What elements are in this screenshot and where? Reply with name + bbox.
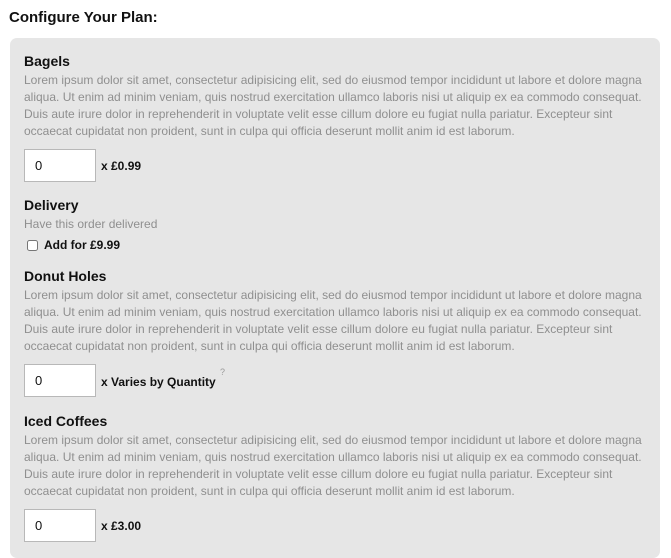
bagels-quantity-input[interactable] xyxy=(24,149,96,182)
option-description: Have this order delivered xyxy=(24,217,158,231)
product-iced-coffees: Iced Coffees Lorem ipsum dolor sit amet,… xyxy=(24,412,646,543)
product-donut-holes: Donut Holes Lorem ipsum dolor sit amet, … xyxy=(24,267,646,398)
quantity-row: x £3.00 xyxy=(24,509,646,543)
delivery-checkbox-row[interactable]: Add for £9.99 xyxy=(24,237,646,255)
plan-options-panel: Bagels Lorem ipsum dolor sit amet, conse… xyxy=(10,38,660,558)
product-description: Lorem ipsum dolor sit amet, consectetur … xyxy=(24,73,642,138)
bagels-unit-price: x £0.99 xyxy=(101,159,142,173)
product-description: Lorem ipsum dolor sit amet, consectetur … xyxy=(24,288,642,353)
help-icon[interactable]: ? xyxy=(220,367,225,377)
quantity-row: x £0.99 xyxy=(24,149,646,183)
product-title: Iced Coffees xyxy=(24,413,108,429)
product-title: Bagels xyxy=(24,53,70,69)
iced-coffees-quantity-input[interactable] xyxy=(24,509,96,542)
quantity-row: x Varies by Quantity ? xyxy=(24,364,646,398)
product-title: Donut Holes xyxy=(24,268,107,284)
donut-holes-unit-price: x Varies by Quantity xyxy=(101,375,216,389)
delivery-checkbox[interactable] xyxy=(27,240,38,251)
page-title: Configure Your Plan: xyxy=(9,9,158,26)
product-description: Lorem ipsum dolor sit amet, consectetur … xyxy=(24,433,642,498)
iced-coffees-unit-price: x £3.00 xyxy=(101,519,142,533)
delivery-checkbox-label[interactable]: Add for £9.99 xyxy=(44,238,120,252)
option-title: Delivery xyxy=(24,197,79,213)
product-bagels: Bagels Lorem ipsum dolor sit amet, conse… xyxy=(24,52,646,183)
donut-holes-quantity-input[interactable] xyxy=(24,364,96,397)
option-delivery: Delivery Have this order delivered Add f… xyxy=(24,196,646,255)
